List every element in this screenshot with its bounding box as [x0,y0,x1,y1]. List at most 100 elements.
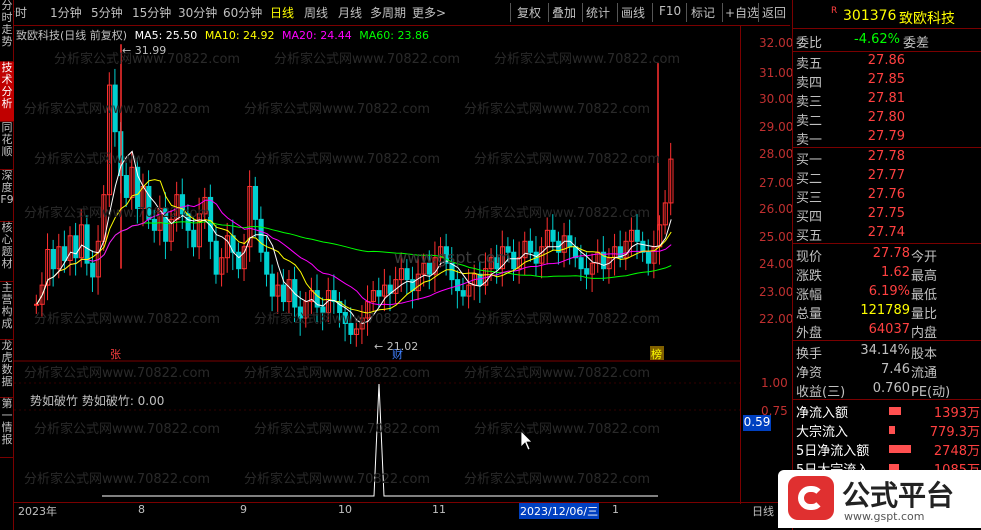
sell-price: 27.86 [867,53,905,68]
high-price-label: ← 31.99 [122,44,166,57]
y-tick: 23.00 [759,285,794,299]
candle-body [191,229,197,248]
quote-panel: R 301376 致欧科技 委比 -4.62% 委差 卖五 27.86 卖四 27.… [792,0,981,530]
buy-row[interactable]: 买四 27.75 [793,206,981,225]
period-tab-weekly[interactable]: 周线 [304,4,328,21]
stock-header: R 301376 致欧科技 [793,6,981,28]
date-tick: 11 [432,503,446,516]
stat-row: 净资 7.46 流通 [793,362,981,381]
buy-row[interactable]: 买五 27.74 [793,225,981,244]
buy-label: 买二 [796,172,823,187]
overlay-button[interactable]: 叠加 [552,4,576,21]
date-tick: 1 [612,503,619,516]
candle-body [264,251,270,275]
candle-body [376,290,382,297]
side-tab-technical[interactable]: 技术分析 [0,62,14,122]
candle-body [179,194,186,215]
mouse-cursor-icon [520,430,533,451]
sell-row[interactable]: 卖四 27.85 [793,72,981,91]
buy-row[interactable]: 买三 27.76 [793,187,981,206]
side-tab-longhu[interactable]: 龙虎数据 [0,340,14,398]
candle-body [50,249,56,270]
ma20-legend: MA20: 24.44 [282,29,352,42]
side-tab-intel[interactable]: 第一情报 [0,398,14,458]
candle-body [550,229,556,242]
flow-row: 净流入额 1393万 [793,402,981,421]
buy-label: 买五 [796,229,823,244]
candle-body [348,322,354,335]
period-tab-15min[interactable]: 15分钟 [132,4,171,21]
sell-label: 卖五 [796,57,823,72]
draw-line-button[interactable]: 画线 [621,4,645,21]
fuquan-button[interactable]: 复权 [517,4,541,21]
r-flag-icon: R [831,6,838,16]
toolbar-divider [617,3,618,22]
y-tick: 24.00 [759,257,794,271]
period-tab-5min[interactable]: 5分钟 [91,4,123,21]
marker-bang: 榜 [651,347,662,361]
buy-row[interactable]: 买二 27.77 [793,168,981,187]
weibi-value: -4.62% [854,32,900,47]
kline-chart[interactable]: ← 31.99← 21.02张财榜 [14,26,740,504]
sell-row[interactable]: 卖三 27.81 [793,91,981,110]
side-tab-fenshi[interactable]: 分时走势 [0,0,14,62]
side-tab-business[interactable]: 主营构成 [0,282,14,340]
f10-button[interactable]: F10 [659,4,681,18]
sell-price: 27.81 [867,91,905,106]
side-tab-core[interactable]: 核心题材 [0,222,14,282]
sell-row[interactable]: 卖二 27.80 [793,110,981,129]
stats-button[interactable]: 统计 [586,4,610,21]
ma10-legend: MA10: 24.92 [204,29,275,42]
buy-price: 27.75 [867,206,905,221]
sell-label: 卖二 [796,114,823,129]
period-tab-daily[interactable]: 日线 [270,4,294,21]
sell-row[interactable]: 卖一 27.79 [793,129,981,148]
stock-code: 301376 [843,8,897,24]
candle-body [331,290,337,303]
candle-body [34,303,40,306]
period-tab-1min[interactable]: 1分钟 [50,4,82,21]
toolbar-divider [722,3,723,22]
period-tab-multi[interactable]: 多周期 [370,4,406,21]
add-favorite-button[interactable]: +自选 [725,4,759,21]
stat-row: 外盘 64037 内盘 [793,322,981,341]
stat-label: 流通 [911,366,938,381]
stat-label: 涨跌 [796,269,823,284]
weibi-label: 委比 [796,36,823,51]
kline-legend: 致欧科技(日线 前复权) MA5: 25.50 MA10: 24.92 MA20… [16,27,429,43]
candle-body [578,257,584,270]
indicator-title: 势如破竹 势如破竹: 0.00 [30,394,165,408]
y-tick: 25.00 [759,230,794,244]
flow-value: 2748万 [933,444,980,459]
logo-url: www.gspt.com [844,510,925,523]
candle-body [634,229,640,242]
stat-label: 净资 [796,366,823,381]
period-tab-60min[interactable]: 60分钟 [223,4,262,21]
stat-label: 股本 [911,347,938,362]
period-tab-more[interactable]: 更多> [412,4,446,21]
stat-label: 涨幅 [796,288,823,303]
buy-price: 27.78 [867,149,905,164]
back-button[interactable]: 返回 [762,4,786,21]
flow-row: 5日净流入额 2748万 [793,440,981,459]
buy-label: 买三 [796,191,823,206]
period-tab-monthly[interactable]: 月线 [338,4,362,21]
mark-button[interactable]: 标记 [691,4,715,21]
y-tick: 30.00 [759,92,794,106]
stock-name: 致欧科技 [899,11,955,27]
y-tick: 32.00 [759,36,794,50]
candle-body [584,268,590,275]
stat-label: 外盘 [796,326,823,341]
side-tab-ths[interactable]: 同花顺 [0,122,14,170]
chart-area[interactable]: ← 31.99 ← 21.02 张财榜 致欧科技(日线 前复权) MA5: 25.5… [14,26,740,504]
period-tab-30min[interactable]: 30分钟 [178,4,217,21]
stat-label: 内盘 [911,326,938,341]
side-tab-depth[interactable]: 深度F9 [0,170,14,222]
buy-row[interactable]: 买一 27.78 [793,149,981,168]
left-side-tabs: 分时走势 技术分析 同花顺 深度F9 核心题材 主营构成 龙虎数据 第一情报 [0,0,14,530]
sell-row[interactable]: 卖五 27.86 [793,53,981,72]
candle-body [477,273,483,286]
candle-body [342,312,348,324]
date-tick: 2023年 [18,505,57,518]
toolbar-divider [758,3,759,22]
